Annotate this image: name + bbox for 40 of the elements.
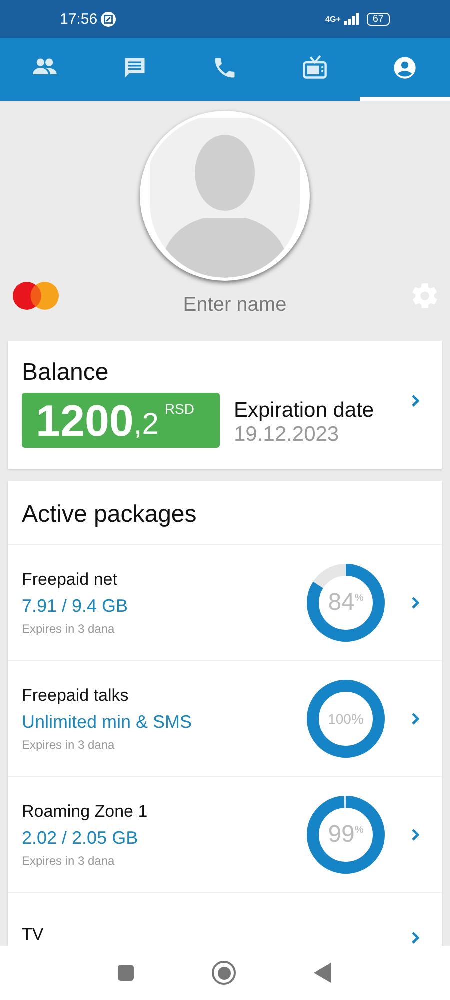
percent-label: 84$^{%}$ <box>328 588 364 616</box>
package-usage: 2.02 / 2.05 GB <box>22 828 140 848</box>
chevron-right-icon[interactable] <box>410 828 420 842</box>
clock-time: 17:56 <box>60 10 98 28</box>
package-name: Roaming Zone 1 <box>22 802 149 822</box>
package-name: TV <box>22 925 45 945</box>
chevron-right-icon[interactable] <box>410 596 420 610</box>
expiration-label: Expiration date <box>234 399 376 423</box>
card-logo-icon[interactable] <box>12 280 60 310</box>
battery-level: 67 <box>366 12 390 26</box>
notification-icon <box>100 12 116 26</box>
recents-button[interactable] <box>118 965 134 981</box>
chevron-right-icon[interactable] <box>410 931 420 945</box>
package-name: Freepaid talks <box>22 686 130 706</box>
package-expiry: Expires in 3 dana <box>22 738 116 752</box>
name-field[interactable]: Enter name <box>135 293 335 318</box>
signal-icon <box>344 13 360 25</box>
package-row[interactable]: Roaming Zone 1 2.02 / 2.05 GB Expires in 3 dana 99$^{%}$ <box>8 777 442 893</box>
chevron-right-icon[interactable] <box>410 394 420 408</box>
package-row[interactable]: TV <box>8 893 442 945</box>
back-button[interactable] <box>314 963 332 983</box>
card-title: Active packages <box>8 481 442 545</box>
network-label: 4G+ <box>326 14 341 24</box>
package-expiry: Expires in 3 dana <box>22 854 116 868</box>
account-icon <box>392 54 418 80</box>
package-usage: Unlimited min & SMS <box>22 712 194 732</box>
amount-value: 1200 <box>36 396 134 448</box>
chevron-right-icon[interactable] <box>410 712 420 726</box>
person-silhouette-icon <box>150 118 300 278</box>
package-expiry: Expires in 3 dana <box>22 622 116 636</box>
expiration-date: 19.12.2023 <box>234 423 340 447</box>
card-title: Balance <box>22 359 110 387</box>
package-usage: 7.91 / 9.4 GB <box>22 596 130 616</box>
package-name: Freepaid net <box>22 570 118 590</box>
home-button[interactable] <box>212 961 236 985</box>
tv-icon <box>302 54 328 80</box>
percent-label: 99$^{%}$ <box>328 820 364 848</box>
package-row[interactable]: Freepaid net 7.91 / 9.4 GB Expires in 3 dana 84$^{%}$ <box>8 545 442 661</box>
amount-decimals: ,2 <box>134 407 159 443</box>
currency-label: RSD <box>164 401 194 417</box>
